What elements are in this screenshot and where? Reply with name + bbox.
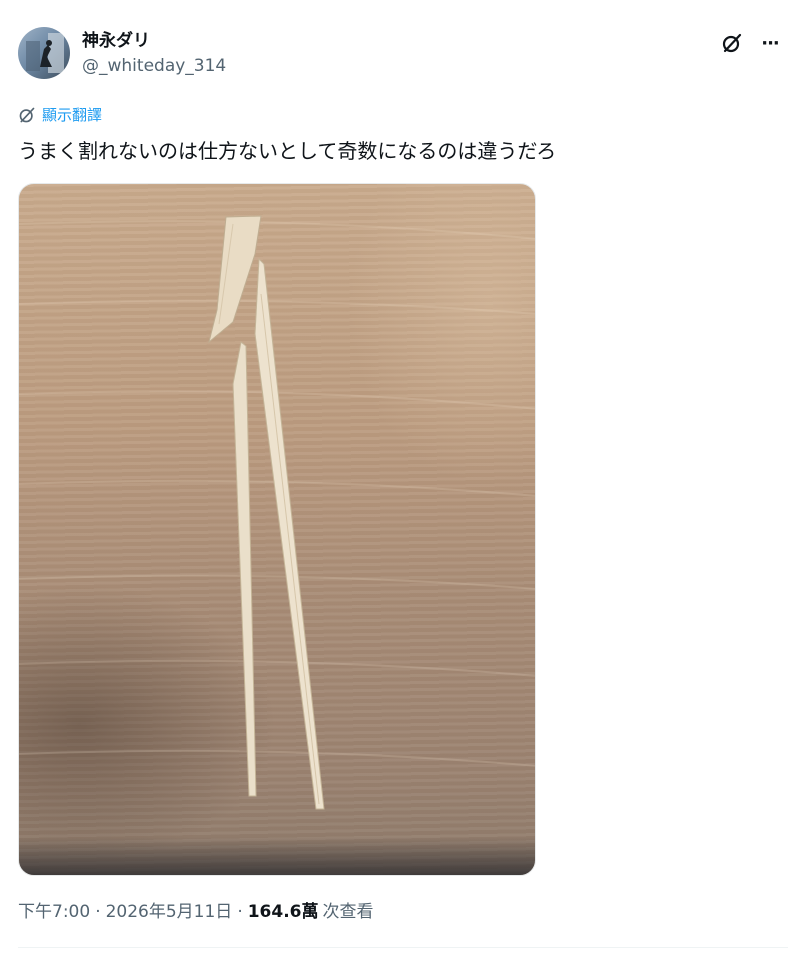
tweet-header: 神永ダリ @_whiteday_314 ···	[18, 27, 788, 83]
user-handle[interactable]: @_whiteday_314	[82, 54, 226, 78]
tweet-meta: 下午7:00 · 2026年5月11日 · 164.6萬 次查看	[18, 901, 374, 923]
more-icon[interactable]: ···	[758, 31, 782, 55]
tweet-photo[interactable]	[18, 183, 536, 876]
show-translation-link[interactable]: 顯示翻譯	[18, 104, 102, 125]
show-translation-label: 顯示翻譯	[42, 106, 103, 124]
avatar-image	[26, 33, 64, 73]
tweet-date[interactable]: 2026年5月11日	[106, 901, 233, 923]
meta-separator: ·	[237, 902, 243, 922]
chopsticks-photo	[19, 215, 535, 810]
more-glyph: ···	[761, 32, 779, 54]
views-count[interactable]: 164.6萬	[248, 901, 319, 923]
avatar[interactable]	[18, 27, 70, 79]
author-names: 神永ダリ @_whiteday_314	[82, 30, 226, 78]
views-label: 次查看	[322, 902, 374, 922]
grok-icon[interactable]	[720, 31, 744, 55]
divider	[18, 947, 788, 948]
tweet-time[interactable]: 下午7:00	[18, 901, 90, 923]
meta-separator: ·	[95, 902, 101, 922]
photo-floor-shadow	[19, 837, 535, 875]
translate-icon	[19, 107, 35, 122]
tweet-text: うまく割れないのは仕方ないとして奇数になるのは違うだろ	[18, 139, 557, 163]
display-name[interactable]: 神永ダリ	[82, 30, 226, 52]
top-actions: ···	[720, 31, 782, 55]
